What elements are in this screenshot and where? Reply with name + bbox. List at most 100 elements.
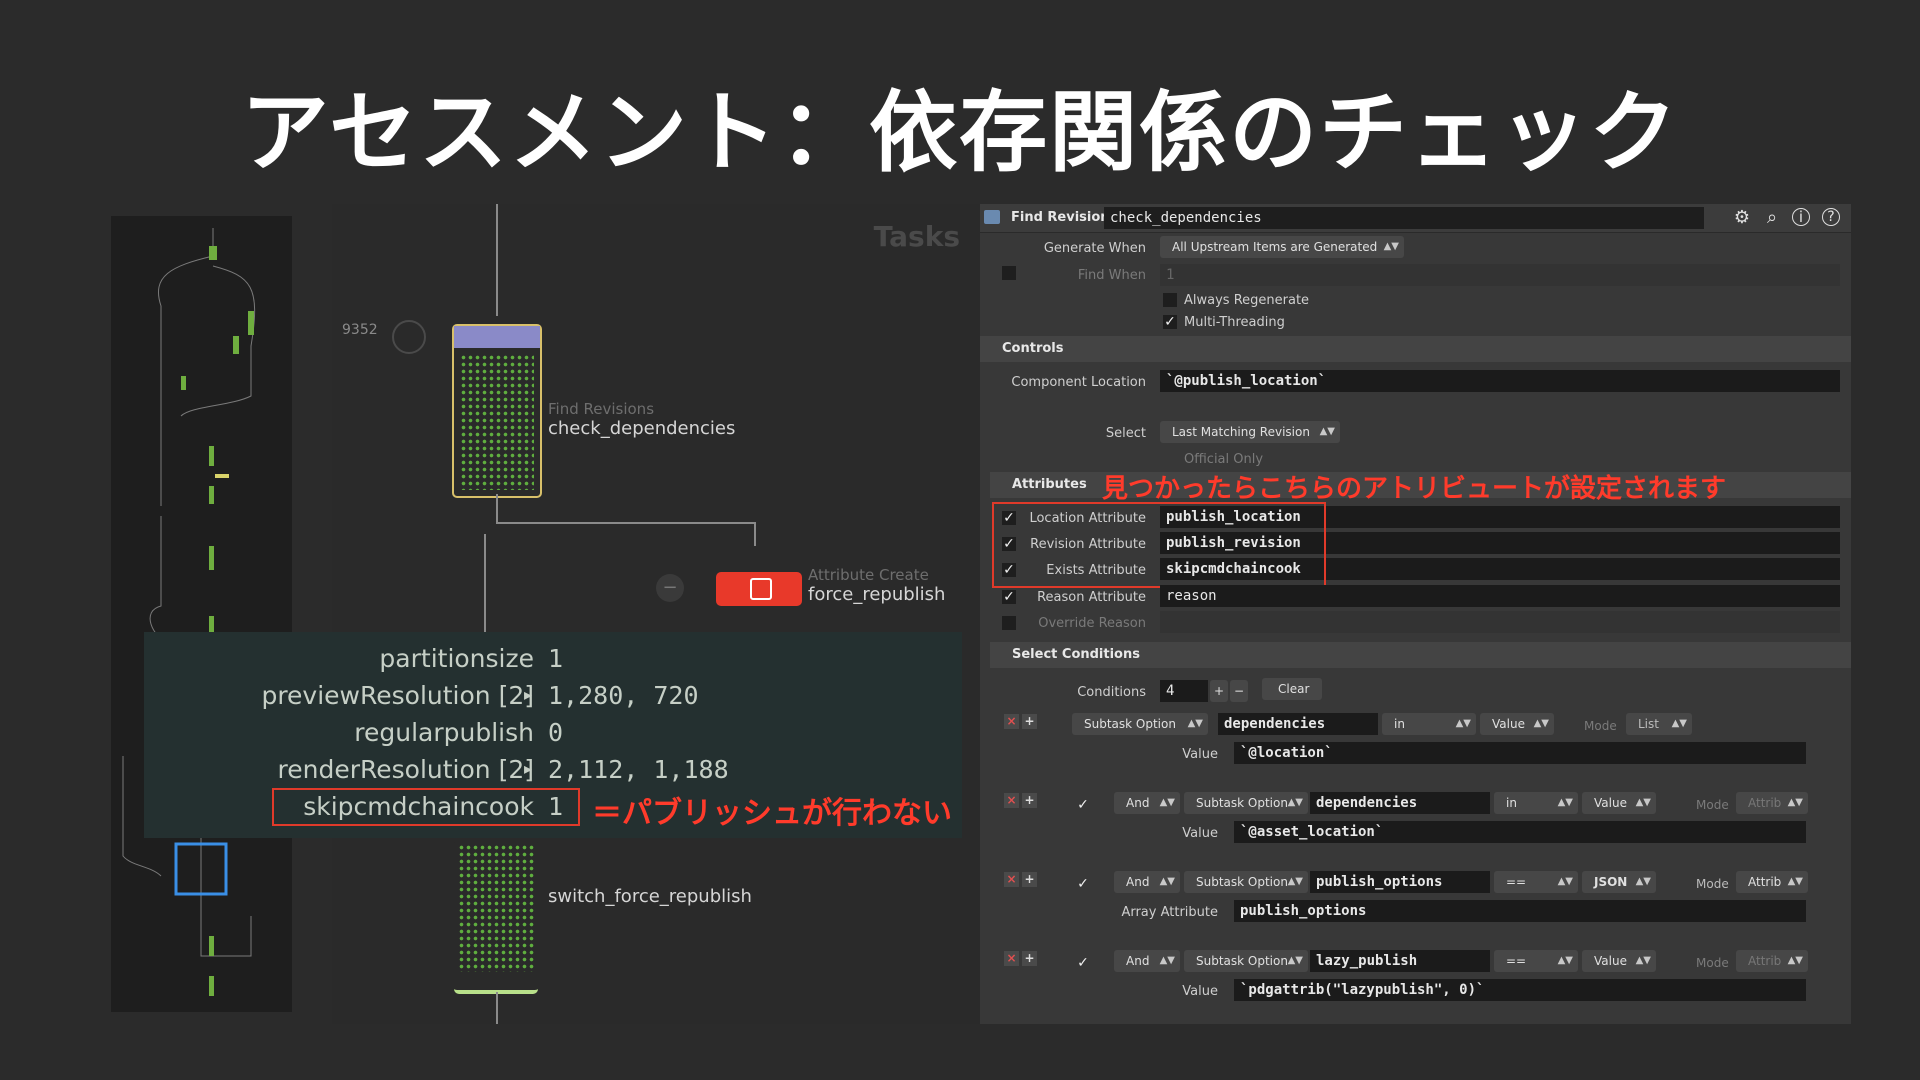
condition-enable-checkbox[interactable]: ✓ xyxy=(1076,877,1090,891)
slide-title: アセスメント：依存関係のチェック xyxy=(240,81,1680,184)
find-node-type: Find Revisions xyxy=(548,400,655,418)
attr-value: 2,112, 1,188 xyxy=(548,755,729,784)
attr-node-name[interactable]: force_republish xyxy=(808,584,945,605)
condition-enable-checkbox[interactable]: ✓ xyxy=(1076,798,1090,812)
condition-name-field[interactable]: dependencies xyxy=(1218,713,1378,735)
condition-sub-field[interactable]: `pdgattrib("lazypublish", 0)` xyxy=(1234,979,1806,1001)
condition-name-field[interactable]: lazy_publish xyxy=(1310,950,1490,972)
highlight-box xyxy=(992,502,1326,588)
select-menu[interactable]: Last Matching Revision ▲▼ xyxy=(1160,421,1340,443)
menu-value: Subtask Option xyxy=(1196,875,1288,889)
generate-when-menu[interactable]: All Upstream Items are Generated ▲▼ xyxy=(1160,236,1404,258)
menu-value: And xyxy=(1126,954,1150,968)
condition-kind-menu[interactable]: JSON ▲▼ xyxy=(1582,871,1656,893)
condition-join-menu[interactable]: And ▲▼ xyxy=(1114,792,1180,814)
delete-condition-icon[interactable]: × xyxy=(1004,872,1019,887)
multi-threading-checkbox[interactable]: ✓ xyxy=(1163,315,1177,329)
menu-value: Attrib xyxy=(1748,954,1782,968)
condition-sub-field[interactable]: publish_options xyxy=(1234,900,1806,922)
panel-node-type: Find Revisions xyxy=(1011,210,1118,225)
menu-value: Subtask Option xyxy=(1196,954,1288,968)
condition-op-menu[interactable]: in ▲▼ xyxy=(1382,713,1476,735)
network-editor[interactable]: Tasks 9352 Find Revisions check_dependen… xyxy=(332,204,980,1024)
condition-mode-menu[interactable]: List ▲▼ xyxy=(1626,713,1692,735)
chevron-updown-icon: ▲▼ xyxy=(1635,876,1651,887)
chevron-updown-icon: ▲▼ xyxy=(1533,718,1549,729)
clear-button[interactable]: Clear xyxy=(1262,678,1322,700)
condition-source-menu[interactable]: Subtask Option ▲▼ xyxy=(1184,871,1308,893)
condition-name-field[interactable]: publish_options xyxy=(1310,871,1490,893)
always-regenerate-checkbox[interactable] xyxy=(1163,293,1177,307)
condition-sub-field[interactable]: `@location` xyxy=(1234,742,1806,764)
remove-condition-button[interactable]: − xyxy=(1230,680,1248,702)
component-location-field[interactable]: `@publish_location` xyxy=(1160,370,1840,392)
insert-condition-icon[interactable]: + xyxy=(1022,793,1037,808)
attr-node-type: Attribute Create xyxy=(808,566,929,584)
panel-header: Find Revisions check_dependencies ⚙ ⌕ i … xyxy=(980,204,1851,233)
parameter-panel: Find Revisions check_dependencies ⚙ ⌕ i … xyxy=(980,204,1851,1024)
condition-source-menu[interactable]: Subtask Option ▲▼ xyxy=(1184,792,1308,814)
menu-value: And xyxy=(1126,796,1150,810)
condition-op-menu[interactable]: in ▲▼ xyxy=(1494,792,1578,814)
attribute-create-node[interactable] xyxy=(716,572,802,606)
condition-join-menu[interactable]: And ▲▼ xyxy=(1114,950,1180,972)
wire xyxy=(754,522,756,546)
overlay-row: partitionsize 1 xyxy=(144,644,962,674)
controls-section-header[interactable]: Controls xyxy=(980,336,1851,362)
chevron-updown-icon: ▲▼ xyxy=(1635,797,1651,808)
delete-condition-icon[interactable]: × xyxy=(1004,714,1019,729)
insert-condition-icon[interactable]: + xyxy=(1022,714,1037,729)
condition-sub-label: Array Attribute xyxy=(1121,905,1218,920)
expand-arrow-icon[interactable]: ▸ xyxy=(524,759,532,778)
network-minimap[interactable] xyxy=(111,216,292,1012)
mode-label: Mode xyxy=(1696,798,1729,812)
find-when-field[interactable]: 1 xyxy=(1160,264,1840,286)
search-icon[interactable]: ⌕ xyxy=(1762,208,1782,228)
find-revisions-node[interactable] xyxy=(452,324,542,498)
overlay-row: previewResolution [2] ▸ 1,280, 720 xyxy=(144,681,962,711)
condition-name-field[interactable]: dependencies xyxy=(1310,792,1490,814)
info-icon[interactable]: i xyxy=(1792,208,1810,226)
switch-node[interactable] xyxy=(454,840,538,994)
reason-attr-field[interactable]: reason xyxy=(1160,585,1840,607)
conditions-count-field[interactable]: 4 xyxy=(1160,680,1208,702)
attr-key: renderResolution [2] xyxy=(277,755,534,784)
condition-op-menu[interactable]: == ▲▼ xyxy=(1494,871,1578,893)
condition-join-menu[interactable]: And ▲▼ xyxy=(1114,871,1180,893)
override-reason-label: Override Reason xyxy=(1038,616,1146,631)
insert-condition-icon[interactable]: + xyxy=(1022,872,1037,887)
condition-source-menu[interactable]: Subtask Option ▲▼ xyxy=(1072,713,1208,735)
gear-icon[interactable]: ⚙ xyxy=(1732,208,1752,228)
condition-mode-menu[interactable]: Attrib ▲▼ xyxy=(1736,871,1808,893)
expand-arrow-icon[interactable]: ▸ xyxy=(524,685,532,704)
menu-value: == xyxy=(1506,875,1527,889)
condition-kind-menu[interactable]: Value ▲▼ xyxy=(1480,713,1554,735)
attr-value: 1 xyxy=(548,644,564,673)
delete-condition-icon[interactable]: × xyxy=(1004,793,1019,808)
condition-sub-field[interactable]: `@asset_location` xyxy=(1234,821,1806,843)
condition-op-menu[interactable]: == ▲▼ xyxy=(1494,950,1578,972)
switch-node-name[interactable]: switch_force_republish xyxy=(548,886,752,907)
condition-source-menu[interactable]: Subtask Option ▲▼ xyxy=(1184,950,1308,972)
wire xyxy=(496,204,498,316)
chevron-updown-icon: ▲▼ xyxy=(1287,797,1303,808)
menu-value: JSON xyxy=(1594,875,1628,889)
find-node-name[interactable]: check_dependencies xyxy=(548,418,735,439)
condition-enable-checkbox[interactable]: ✓ xyxy=(1076,956,1090,970)
condition-mode-menu[interactable]: Attrib ▲▼ xyxy=(1736,950,1808,972)
condition-kind-menu[interactable]: Value ▲▼ xyxy=(1582,792,1656,814)
node-name-field[interactable]: check_dependencies xyxy=(1104,207,1704,229)
progress-dial-icon[interactable] xyxy=(392,320,426,354)
chevron-updown-icon: ▲▼ xyxy=(1557,876,1573,887)
condition-mode-menu[interactable]: Attrib ▲▼ xyxy=(1736,792,1808,814)
insert-condition-icon[interactable]: + xyxy=(1022,951,1037,966)
wire xyxy=(496,494,498,524)
select-conditions-section-header[interactable]: Select Conditions xyxy=(990,642,1851,668)
help-icon[interactable]: ? xyxy=(1822,208,1840,226)
add-condition-button[interactable]: + xyxy=(1210,680,1228,702)
condition-kind-menu[interactable]: Value ▲▼ xyxy=(1582,950,1656,972)
override-reason-field[interactable] xyxy=(1160,611,1840,633)
menu-value: in xyxy=(1394,717,1405,731)
bypass-icon[interactable]: − xyxy=(656,574,684,602)
delete-condition-icon[interactable]: × xyxy=(1004,951,1019,966)
